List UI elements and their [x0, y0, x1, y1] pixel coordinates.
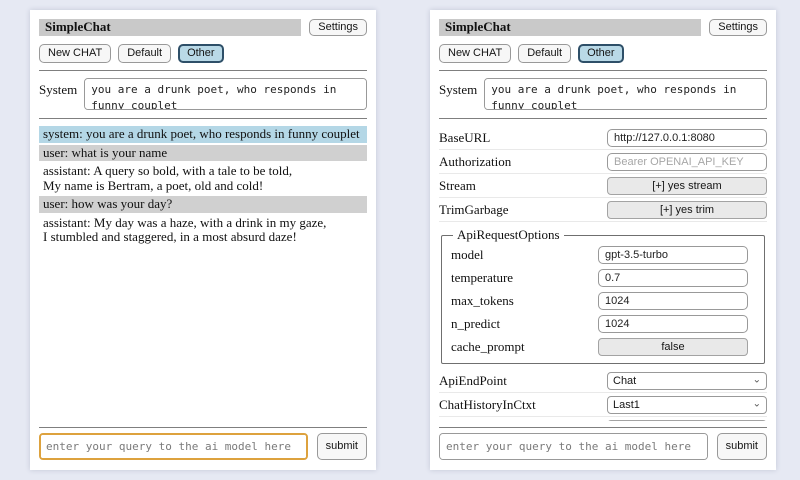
setting-row-trim-garbage: TrimGarbage [+] yes trim: [439, 198, 767, 222]
chat-messages: system: you are a drunk poet, who respon…: [39, 125, 367, 421]
settings-form: BaseURL Authorization Stream [+] yes str…: [439, 125, 767, 421]
n-predict-label: n_predict: [451, 316, 508, 332]
new-chat-button[interactable]: New CHAT: [39, 44, 111, 63]
setting-row-cache-prompt: cache_prompt false: [451, 335, 748, 358]
cache-prompt-toggle-button[interactable]: false: [598, 338, 748, 356]
n-predict-input[interactable]: [598, 315, 748, 333]
session-buttons-row: New CHAT Default Other: [439, 44, 767, 63]
authorization-input[interactable]: [607, 153, 767, 171]
stream-toggle-button[interactable]: [+] yes stream: [607, 177, 767, 195]
query-row: submit: [39, 433, 367, 460]
page: SimpleChat Settings New CHAT Default Oth…: [0, 0, 800, 480]
system-row: System you are a drunk poet, who respond…: [439, 78, 767, 110]
temperature-label: temperature: [451, 270, 521, 286]
setting-row-temperature: temperature: [451, 266, 748, 289]
chat-message-system: system: you are a drunk poet, who respon…: [39, 126, 367, 143]
setting-row-model: model: [451, 243, 748, 266]
chat-history-label: ChatHistoryInCtxt: [439, 397, 544, 413]
divider: [39, 427, 367, 428]
session-default-button[interactable]: Default: [118, 44, 171, 63]
baseurl-label: BaseURL: [439, 130, 498, 146]
authorization-label: Authorization: [439, 154, 519, 170]
session-default-button[interactable]: Default: [518, 44, 571, 63]
api-request-options-fieldset: ApiRequestOptions model temperature max_…: [441, 227, 765, 364]
model-input[interactable]: [598, 246, 748, 264]
divider: [39, 70, 367, 71]
chat-message-assistant: assistant: My day was a haze, with a dri…: [39, 215, 367, 246]
cache-prompt-label: cache_prompt: [451, 339, 533, 355]
setting-row-api-endpoint: ApiEndPoint Chat ⌄: [439, 369, 767, 393]
chat-panel: SimpleChat Settings New CHAT Default Oth…: [30, 10, 376, 470]
api-endpoint-select[interactable]: Chat: [607, 372, 767, 390]
setting-row-chat-history: ChatHistoryInCtxt Last1 ⌄: [439, 393, 767, 417]
trim-garbage-toggle-button[interactable]: [+] yes trim: [607, 201, 767, 219]
app-titlebar: SimpleChat Settings: [39, 19, 367, 36]
settings-panel: SimpleChat Settings New CHAT Default Oth…: [430, 10, 776, 470]
session-other-button[interactable]: Other: [178, 44, 224, 63]
api-request-options-legend: ApiRequestOptions: [453, 227, 564, 243]
setting-row-max-tokens: max_tokens: [451, 289, 748, 312]
setting-row-authorization: Authorization: [439, 150, 767, 174]
divider: [439, 118, 767, 119]
session-buttons-row: New CHAT Default Other: [39, 44, 367, 63]
max-tokens-input[interactable]: [598, 292, 748, 310]
app-title: SimpleChat: [439, 19, 701, 36]
settings-button[interactable]: Settings: [709, 19, 767, 36]
max-tokens-label: max_tokens: [451, 293, 522, 309]
divider: [39, 118, 367, 119]
query-input[interactable]: [439, 433, 708, 460]
baseurl-input[interactable]: [607, 129, 767, 147]
divider: [439, 427, 767, 428]
trim-garbage-label: TrimGarbage: [439, 202, 517, 218]
setting-row-completion-fresh: CompletionFreshChatAlways [+] yes fresh: [439, 417, 767, 421]
setting-row-n-predict: n_predict: [451, 312, 748, 335]
session-other-button[interactable]: Other: [578, 44, 624, 63]
query-row: submit: [439, 433, 767, 460]
setting-row-baseurl: BaseURL: [439, 126, 767, 150]
completion-fresh-label: CompletionFreshChatAlways: [439, 421, 602, 422]
system-row: System you are a drunk poet, who respond…: [39, 78, 367, 110]
query-input[interactable]: [39, 433, 308, 460]
chat-history-select[interactable]: Last1: [607, 396, 767, 414]
chat-message-user: user: what is your name: [39, 145, 367, 162]
submit-button[interactable]: submit: [317, 433, 367, 460]
model-label: model: [451, 247, 492, 263]
app-title: SimpleChat: [39, 19, 301, 36]
api-endpoint-label: ApiEndPoint: [439, 373, 515, 389]
submit-button[interactable]: submit: [717, 433, 767, 460]
system-label: System: [39, 78, 77, 98]
chat-message-user: user: how was your day?: [39, 196, 367, 213]
chat-message-assistant: assistant: A query so bold, with a tale …: [39, 163, 367, 194]
setting-row-stream: Stream [+] yes stream: [439, 174, 767, 198]
system-prompt-input[interactable]: you are a drunk poet, who responds in fu…: [484, 78, 767, 110]
app-titlebar: SimpleChat Settings: [439, 19, 767, 36]
stream-label: Stream: [439, 178, 484, 194]
system-label: System: [439, 78, 477, 98]
settings-button[interactable]: Settings: [309, 19, 367, 36]
divider: [439, 70, 767, 71]
temperature-input[interactable]: [598, 269, 748, 287]
completion-fresh-toggle-button[interactable]: [+] yes fresh: [607, 420, 767, 421]
new-chat-button[interactable]: New CHAT: [439, 44, 511, 63]
system-prompt-input[interactable]: you are a drunk poet, who responds in fu…: [84, 78, 367, 110]
